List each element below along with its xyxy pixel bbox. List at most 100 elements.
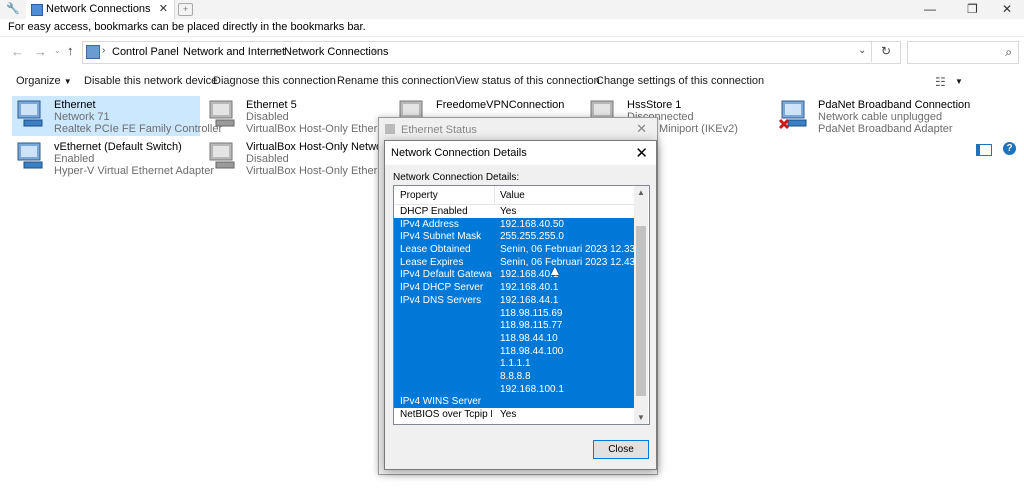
connection-device: Realtek PCIe FE Family Controller bbox=[54, 123, 223, 135]
network-adapter-unplugged-icon bbox=[778, 100, 807, 130]
new-tab-button[interactable]: + bbox=[178, 3, 193, 16]
details-row[interactable]: NetBIOS over Tcpip En... Yes bbox=[394, 408, 634, 421]
row-property: IPv4 WINS Server bbox=[400, 396, 482, 408]
close-button[interactable]: Close bbox=[593, 440, 649, 459]
help-icon[interactable]: ? bbox=[1003, 142, 1016, 155]
connection-vethernet[interactable]: vEthernet (Default Switch) Enabled Hyper… bbox=[12, 138, 214, 178]
details-rows: DHCP Enabled Yes IPv4 Address 192.168.40.50… bbox=[394, 205, 649, 421]
scroll-down-icon[interactable]: ▼ bbox=[637, 413, 645, 422]
row-value: 118.98.44.10 bbox=[500, 332, 558, 344]
details-row[interactable]: DHCP Enabled Yes bbox=[394, 205, 634, 218]
connection-name: VirtualBox Host-Only Network bbox=[246, 141, 392, 153]
details-row[interactable]: Lease Expires Senin, 06 Februari 2023 12.… bbox=[394, 255, 649, 269]
breadcrumb-separator-icon[interactable]: › bbox=[173, 45, 176, 56]
breadcrumb-network-and-internet[interactable]: Network and Internet bbox=[183, 46, 285, 58]
dialog-close-icon[interactable]: ✕ bbox=[635, 144, 648, 162]
view-options-icon[interactable]: ☷ bbox=[935, 75, 946, 89]
details-label: Network Connection Details: bbox=[393, 172, 520, 183]
search-input[interactable]: ⌕ bbox=[907, 41, 1019, 64]
row-property: Lease Obtained bbox=[400, 244, 471, 256]
details-row[interactable]: 118.98.115.69 bbox=[394, 306, 634, 320]
details-row[interactable]: IPv4 WINS Server bbox=[394, 395, 634, 408]
organize-dropdown-icon: ▼ bbox=[63, 77, 72, 86]
bookmarks-bar: For easy access, bookmarks can be placed… bbox=[0, 19, 1024, 36]
row-property: IPv4 DNS Servers bbox=[400, 294, 482, 306]
details-row[interactable]: IPv4 Address 192.168.40.50 bbox=[394, 217, 634, 231]
row-value: Senin, 06 Februari 2023 12.43.07 bbox=[500, 256, 649, 268]
forward-icon[interactable]: → bbox=[34, 44, 47, 59]
tab-close-icon[interactable]: ✕ bbox=[159, 2, 168, 15]
details-row[interactable]: IPv4 DNS Servers 192.168.44.1 bbox=[394, 293, 634, 307]
up-arrow-icon[interactable]: ↑ bbox=[67, 43, 74, 58]
recent-chevron-icon[interactable]: ⌄ bbox=[54, 46, 61, 55]
disable-device-button[interactable]: Disable this network device bbox=[84, 75, 217, 87]
details-row[interactable]: IPv4 DHCP Server 192.168.40.1 bbox=[394, 281, 634, 294]
column-header-value[interactable]: Value bbox=[500, 190, 525, 201]
rename-button[interactable]: Rename this connection bbox=[337, 75, 455, 87]
connection-status: Disabled bbox=[246, 153, 289, 165]
diagnose-button[interactable]: Diagnose this connection bbox=[213, 75, 336, 87]
row-value: Senin, 06 Februari 2023 12.33.08 bbox=[500, 244, 649, 256]
scroll-thumb[interactable] bbox=[636, 226, 646, 396]
preview-pane-icon[interactable] bbox=[976, 144, 992, 156]
tab-network-connections[interactable]: Network Connections ✕ bbox=[26, 0, 175, 19]
details-row[interactable]: 118.98.44.10 bbox=[394, 331, 634, 345]
scroll-up-icon[interactable]: ▲ bbox=[637, 188, 645, 197]
row-property: IPv4 DHCP Server bbox=[400, 282, 484, 294]
details-list-header: Property Value bbox=[394, 186, 634, 205]
details-row[interactable]: 8.8.8.8 bbox=[394, 369, 634, 383]
connection-ethernet-5[interactable]: Ethernet 5 Disabled VirtualBox Host-Only… bbox=[204, 96, 408, 136]
details-listview[interactable]: Property Value DHCP Enabled Yes IPv4 Addre… bbox=[393, 185, 650, 425]
address-bar[interactable]: › Control Panel › Network and Internet ›… bbox=[82, 41, 901, 64]
row-property: DHCP Enabled bbox=[400, 206, 468, 217]
row-value: 118.98.44.100 bbox=[500, 345, 564, 357]
details-row[interactable]: 118.98.115.77 bbox=[394, 319, 634, 332]
row-value: Yes bbox=[500, 409, 517, 420]
network-adapter-icon bbox=[17, 100, 43, 127]
row-value: 8.8.8.8 bbox=[500, 370, 531, 382]
connection-virtualbox-network[interactable]: VirtualBox Host-Only Network Disabled Vi… bbox=[204, 138, 408, 178]
column-header-property[interactable]: Property bbox=[400, 190, 438, 201]
control-panel-icon bbox=[86, 45, 100, 59]
details-row[interactable]: Lease Obtained Senin, 06 Februari 2023 12… bbox=[394, 243, 649, 256]
details-row[interactable]: IPv4 Default Gateway 192.168.40.1 bbox=[394, 268, 634, 282]
address-dropdown-icon[interactable]: ⌄ bbox=[858, 45, 866, 56]
connection-status: Network 71 bbox=[54, 111, 110, 123]
details-row[interactable]: 1.1.1.1 bbox=[394, 357, 634, 370]
row-property: Lease Expires bbox=[400, 256, 464, 268]
status-window-close-icon[interactable]: ✕ bbox=[636, 121, 647, 137]
row-value: Yes bbox=[500, 206, 517, 217]
status-window-title: Ethernet Status bbox=[401, 124, 477, 136]
minimize-icon[interactable]: — bbox=[924, 2, 936, 16]
organize-button[interactable]: Organize ▼ bbox=[16, 75, 72, 87]
tab-title: Network Connections bbox=[46, 3, 151, 15]
network-adapter-icon bbox=[17, 142, 43, 169]
refresh-button[interactable]: ↻ bbox=[871, 41, 900, 62]
tools-icon[interactable]: 🔧 bbox=[6, 2, 20, 15]
column-divider[interactable] bbox=[494, 186, 495, 204]
breadcrumb-separator-icon[interactable]: › bbox=[102, 45, 105, 56]
details-scrollbar[interactable]: ▲ ▼ bbox=[634, 186, 648, 424]
view-dropdown-icon[interactable]: ▼ bbox=[955, 77, 963, 86]
restore-icon[interactable]: ❐ bbox=[967, 2, 978, 16]
connection-device: Miniport (IKEv2) bbox=[659, 123, 738, 135]
organize-label: Organize bbox=[16, 75, 61, 87]
details-row[interactable]: IPv4 Subnet Mask 255.255.255.0 bbox=[394, 230, 634, 244]
breadcrumb-separator-icon[interactable]: › bbox=[274, 45, 277, 56]
back-icon[interactable]: ← bbox=[11, 44, 24, 59]
connection-pdanet[interactable]: PdaNet Broadband Connection Network cabl… bbox=[776, 96, 976, 136]
connection-ethernet[interactable]: Ethernet Network 71 Realtek PCIe FE Fami… bbox=[12, 96, 222, 136]
connection-status: Enabled bbox=[54, 153, 95, 165]
row-value: 192.168.100.1 bbox=[500, 383, 564, 395]
view-status-button[interactable]: View status of this connection bbox=[455, 75, 600, 87]
details-row[interactable]: 118.98.44.100 bbox=[394, 344, 634, 358]
search-icon: ⌕ bbox=[1005, 45, 1012, 59]
breadcrumb-control-panel[interactable]: Control Panel bbox=[112, 46, 179, 58]
connection-name: vEthernet (Default Switch) bbox=[54, 141, 182, 153]
details-row[interactable]: 192.168.100.1 bbox=[394, 382, 634, 396]
change-settings-button[interactable]: Change settings of this connection bbox=[596, 75, 764, 87]
dialog-title: Network Connection Details bbox=[391, 147, 527, 159]
close-window-icon[interactable]: ✕ bbox=[1002, 2, 1012, 16]
refresh-icon: ↻ bbox=[880, 44, 892, 58]
breadcrumb-separator-icon[interactable]: › bbox=[373, 45, 376, 56]
